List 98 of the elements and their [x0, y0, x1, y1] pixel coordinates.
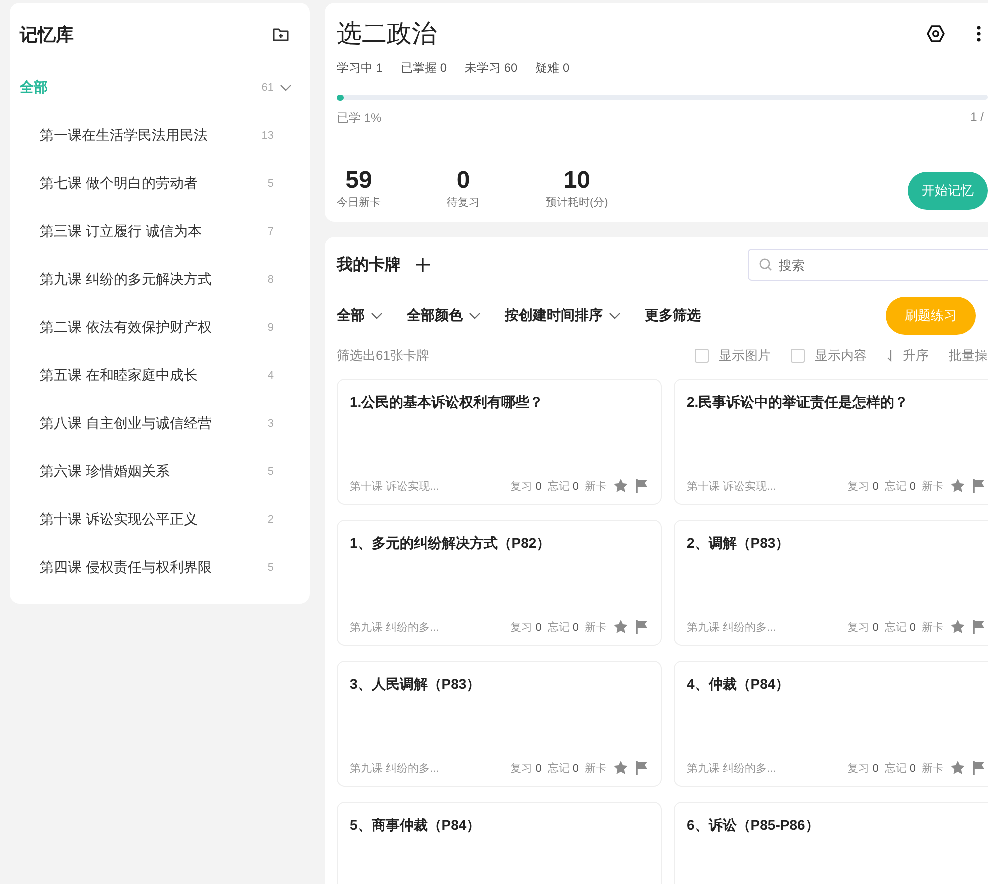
flag-icon[interactable]	[972, 619, 986, 635]
chevron-icon[interactable]	[280, 84, 292, 92]
star-icon[interactable]	[613, 478, 629, 494]
more-icon[interactable]	[976, 24, 982, 42]
forget-count: 忘记 0	[548, 762, 579, 776]
card[interactable]: 3、人民调解（P83） 第九课 纠纷的多... 复习 0 忘记 0 新卡	[337, 661, 662, 787]
review-count: 复习 0	[848, 620, 879, 634]
sidebar-item[interactable]: 第四课 侵权责任与权利界限 5	[10, 544, 310, 592]
caret-icon	[469, 312, 481, 320]
sidebar-item[interactable]: 第十课 诉讼实现公平正义 2	[10, 496, 310, 544]
stat-label: 已掌握 0	[401, 60, 448, 77]
forget-count: 忘记 0	[884, 762, 916, 776]
card-status: 新卡	[585, 480, 607, 494]
card-title: 2、调解（P83）	[687, 535, 791, 553]
sidebar-title: 记忆库	[20, 24, 74, 47]
card-title: 2.民事诉讼中的举证责任是怎样的？	[687, 394, 910, 412]
checkbox-label: 显示内容	[815, 347, 867, 365]
star-icon[interactable]	[613, 760, 629, 776]
search-icon	[759, 258, 773, 272]
card-title: 3、人民调解（P83）	[350, 676, 482, 694]
forget-count: 忘记 0	[884, 620, 916, 634]
card[interactable]: 4、仲裁（P84） 第九课 纠纷的多... 复习 0 忘记 0 新卡	[674, 661, 988, 787]
card[interactable]: 2、调解（P83） 第九课 纠纷的多... 复习 0 忘记 0 新卡	[674, 520, 988, 646]
sidebar-item[interactable]: 第二课 依法有效保护财产权 9	[10, 304, 310, 352]
summary-label: 今日新卡	[337, 196, 381, 210]
card[interactable]: 2.民事诉讼中的举证责任是怎样的？ 第十课 诉讼实现... 复习 0 忘记 0 新卡	[674, 379, 988, 505]
card-status: 新卡	[922, 620, 944, 634]
card-lesson: 第十课 诉讼实现...	[350, 480, 440, 494]
card[interactable]: 6、诉讼（P85-P86）	[674, 802, 988, 884]
new-folder-icon[interactable]	[272, 26, 290, 44]
progress-caption: 已学 1%	[337, 110, 382, 127]
checkbox[interactable]	[791, 349, 805, 363]
summary-value: 0	[456, 167, 470, 195]
forget-count: 忘记 0	[548, 620, 579, 634]
sidebar-item[interactable]: 第五课 在和睦家庭中成长 4	[10, 352, 310, 400]
flag-icon[interactable]	[635, 760, 649, 776]
review-count: 复习 0	[510, 762, 542, 776]
sidebar-item[interactable]: 第三课 订立履行 诚信为本 7	[10, 208, 310, 256]
card-lesson: 第九课 纠纷的多...	[350, 762, 440, 776]
card[interactable]: 1.公民的基本诉讼权利有哪些？ 第十课 诉讼实现... 复习 0 忘记 0 新卡	[337, 379, 662, 505]
card[interactable]: 5、商事仲裁（P84）	[337, 802, 662, 884]
filter-dropdown[interactable]: 全部颜色	[407, 307, 481, 325]
summary-label: 预计耗时(分)	[546, 196, 608, 210]
flag-icon[interactable]	[972, 478, 986, 494]
progress-count: 1 /	[970, 110, 984, 126]
flag-icon[interactable]	[635, 478, 649, 494]
filter-dropdown[interactable]: 全部	[337, 307, 383, 325]
forget-count: 忘记 0	[548, 480, 579, 494]
review-count: 复习 0	[848, 480, 879, 494]
result-count: 筛选出61张卡牌	[337, 347, 430, 365]
forget-count: 忘记 0	[884, 480, 916, 494]
filter-dropdown[interactable]: 按创建时间排序	[505, 307, 621, 325]
star-icon[interactable]	[950, 478, 966, 494]
sidebar-item[interactable]: 第八课 自主创业与诚信经营 3	[10, 400, 310, 448]
review-count: 复习 0	[510, 480, 542, 494]
summary-value: 59	[346, 167, 372, 195]
search-field[interactable]: 搜索	[748, 249, 988, 281]
card-status: 新卡	[922, 480, 944, 494]
card-lesson: 第九课 纠纷的多...	[687, 762, 776, 776]
checkbox-label: 显示图片	[719, 347, 771, 365]
stat-label: 学习中 1	[337, 60, 384, 77]
card-status: 新卡	[922, 762, 944, 776]
flag-icon[interactable]	[972, 760, 986, 776]
checkbox[interactable]	[695, 349, 709, 363]
settings-icon[interactable]	[926, 24, 946, 44]
card-title: 5、商事仲裁（P84）	[350, 817, 482, 835]
caret-icon	[609, 312, 621, 320]
panel-title: 我的卡牌	[337, 256, 401, 276]
sidebar-item[interactable]: 第七课 做个明白的劳动者 5	[10, 160, 310, 208]
summary-label: 待复习	[447, 196, 480, 210]
flag-icon[interactable]	[635, 619, 649, 635]
star-icon[interactable]	[950, 619, 966, 635]
card-status: 新卡	[585, 620, 607, 634]
sort-button[interactable]: 升序	[887, 347, 929, 365]
deck-title: 选二政治	[337, 19, 437, 50]
card-lesson: 第九课 纠纷的多...	[687, 620, 776, 634]
sidebar-item[interactable]: 第九课 纠纷的多元解决方式 8	[10, 256, 310, 304]
stat-label: 疑难 0	[536, 60, 570, 77]
card-status: 新卡	[585, 762, 607, 776]
card[interactable]: 1、多元的纠纷解决方式（P82） 第九课 纠纷的多... 复习 0 忘记 0 新卡	[337, 520, 662, 646]
card-title: 1、多元的纠纷解决方式（P82）	[350, 535, 552, 553]
sidebar-item[interactable]: 第六课 珍惜婚姻关系 5	[10, 448, 310, 496]
review-count: 复习 0	[510, 620, 542, 634]
sidebar-item[interactable]: 第一课在生活学民法用民法 13	[10, 112, 310, 160]
star-icon[interactable]	[613, 619, 629, 635]
review-count: 复习 0	[848, 762, 879, 776]
card-title: 4、仲裁（P84）	[687, 676, 791, 694]
summary-value: 10	[564, 167, 591, 195]
card-lesson: 第九课 纠纷的多...	[350, 620, 440, 634]
add-icon[interactable]	[415, 257, 431, 273]
star-icon[interactable]	[950, 760, 966, 776]
batch-button[interactable]: 批量操	[949, 347, 988, 365]
card-title: 6、诉讼（P85-P86）	[687, 817, 820, 835]
card-title: 1.公民的基本诉讼权利有哪些？	[350, 394, 545, 412]
stat-label: 未学习 60	[465, 60, 518, 77]
card-lesson: 第十课 诉讼实现...	[687, 480, 776, 494]
filter-dropdown[interactable]: 更多筛选	[645, 307, 701, 325]
caret-icon	[371, 312, 383, 320]
